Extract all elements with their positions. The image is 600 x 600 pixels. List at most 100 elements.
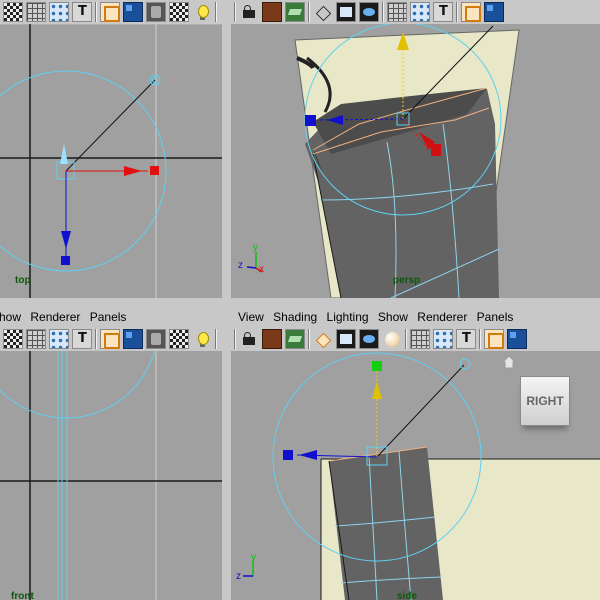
text-icon[interactable]: [72, 2, 92, 22]
camera-icon[interactable]: [239, 329, 259, 349]
viewport-panel-persp[interactable]: y x z persp: [231, 0, 600, 298]
manipulator-circle[interactable]: [0, 351, 158, 419]
y-axis-arrow[interactable]: [372, 381, 382, 399]
viewport-label-front: front: [11, 591, 34, 600]
toolbar-separator: [308, 329, 310, 349]
sphere-icon[interactable]: [382, 329, 402, 349]
cube-blue-icon[interactable]: [484, 2, 504, 22]
camera-icon[interactable]: [239, 2, 259, 22]
gizmo-y-label: y: [253, 242, 258, 253]
cube-outline-icon[interactable]: [461, 2, 481, 22]
eye-icon[interactable]: [359, 2, 379, 22]
text-icon[interactable]: [456, 329, 476, 349]
menu-panels[interactable]: Panels: [474, 306, 517, 324]
dots-icon[interactable]: [49, 2, 69, 22]
x-axis-scale-box[interactable]: [150, 166, 159, 175]
x-axis-arrow[interactable]: [124, 166, 142, 176]
cube-blue-icon[interactable]: [123, 2, 143, 22]
cube-blue-icon[interactable]: [507, 329, 527, 349]
menu-renderer[interactable]: Renderer: [414, 306, 470, 324]
bulb-icon[interactable]: [192, 329, 212, 349]
viewport-label-top: top: [15, 275, 31, 286]
cube-blue-icon[interactable]: [123, 329, 143, 349]
y-axis-scale-box[interactable]: [372, 361, 382, 371]
menu-lighting[interactable]: Lighting: [324, 306, 372, 324]
toolbar-separator: [234, 2, 236, 22]
cube-outline-icon[interactable]: [484, 329, 504, 349]
gizmo-z-label: z: [238, 260, 243, 271]
z-axis-arrow[interactable]: [299, 450, 317, 460]
toolbar-separator: [215, 329, 217, 349]
checker-icon[interactable]: [3, 2, 23, 22]
viewport-label-persp: persp: [393, 275, 421, 286]
diamond-orange-icon[interactable]: [313, 329, 333, 349]
dots-icon[interactable]: [433, 329, 453, 349]
cube-gray-icon[interactable]: [146, 329, 166, 349]
layers-icon[interactable]: [285, 329, 305, 349]
text-icon[interactable]: [72, 329, 92, 349]
z-axis-scale-box[interactable]: [283, 450, 293, 460]
viewcube[interactable]: RIGHT: [520, 376, 570, 426]
film-icon[interactable]: [336, 329, 356, 349]
book-icon[interactable]: [262, 329, 282, 349]
z-axis-scale-box[interactable]: [61, 256, 70, 265]
toolbar-separator: [215, 2, 217, 22]
checker-icon[interactable]: [169, 2, 189, 22]
gizmo-z-label: z: [236, 571, 241, 582]
cube-gray-icon[interactable]: [146, 2, 166, 22]
panel-toolbar-top: [0, 0, 222, 24]
diamond-icon[interactable]: [313, 2, 333, 22]
menu-panels[interactable]: Panels: [87, 306, 130, 324]
panel-toolbar-front: [0, 327, 222, 351]
viewport-front[interactable]: [0, 351, 222, 600]
cube-outline-icon[interactable]: [100, 2, 120, 22]
toolbar-separator: [95, 2, 97, 22]
menu-show[interactable]: how: [0, 306, 24, 324]
toolbar-separator: [405, 329, 407, 349]
toolbar-separator: [479, 329, 481, 349]
toolbar-separator: [308, 2, 310, 22]
panel-menubar-front: how Renderer Panels: [0, 306, 222, 327]
panel-toolbar-side: [231, 327, 600, 351]
book-icon[interactable]: [262, 2, 282, 22]
viewport-panel-top[interactable]: top: [0, 0, 222, 298]
text-icon[interactable]: [433, 2, 453, 22]
home-icon[interactable]: [502, 355, 516, 369]
cube-outline-icon[interactable]: [100, 329, 120, 349]
checker-icon[interactable]: [169, 329, 189, 349]
grid-icon[interactable]: [26, 329, 46, 349]
grid-icon[interactable]: [26, 2, 46, 22]
viewport-panel-side[interactable]: View Shading Lighting Show Renderer Pane…: [231, 306, 600, 600]
menu-renderer[interactable]: Renderer: [27, 306, 83, 324]
menu-show[interactable]: Show: [375, 306, 411, 324]
layers-icon[interactable]: [285, 2, 305, 22]
panel-menubar-side: View Shading Lighting Show Renderer Pane…: [231, 306, 600, 327]
grid-icon[interactable]: [387, 2, 407, 22]
dots-icon[interactable]: [49, 329, 69, 349]
panel-toolbar-persp: [231, 0, 600, 24]
viewport-persp[interactable]: y x z: [231, 24, 600, 298]
viewport-top[interactable]: [0, 24, 222, 298]
dots-icon[interactable]: [410, 2, 430, 22]
bulb-icon[interactable]: [192, 2, 212, 22]
toolbar-separator: [234, 329, 236, 349]
gizmo-x-label: x: [259, 264, 264, 275]
manipulator-handle-circle[interactable]: [459, 358, 471, 370]
toolbar-separator: [382, 2, 384, 22]
checker-icon[interactable]: [3, 329, 23, 349]
x-axis-scale-box[interactable]: [431, 144, 441, 156]
viewcube-label: RIGHT: [526, 394, 564, 408]
pane-splitter-horizontal[interactable]: [0, 298, 600, 306]
pivot-line: [376, 364, 465, 458]
eye-icon[interactable]: [359, 329, 379, 349]
y-axis-arrow[interactable]: [60, 144, 68, 164]
menu-view[interactable]: View: [235, 306, 267, 324]
z-axis-scale-box[interactable]: [305, 115, 316, 126]
menu-shading[interactable]: Shading: [270, 306, 320, 324]
grid-icon[interactable]: [410, 329, 430, 349]
gizmo-y-label: y: [251, 552, 256, 563]
z-axis-arrow[interactable]: [61, 231, 71, 249]
viewport-panel-front[interactable]: how Renderer Panels front: [0, 306, 222, 600]
film-icon[interactable]: [336, 2, 356, 22]
gizmo-z-line: [246, 266, 257, 269]
